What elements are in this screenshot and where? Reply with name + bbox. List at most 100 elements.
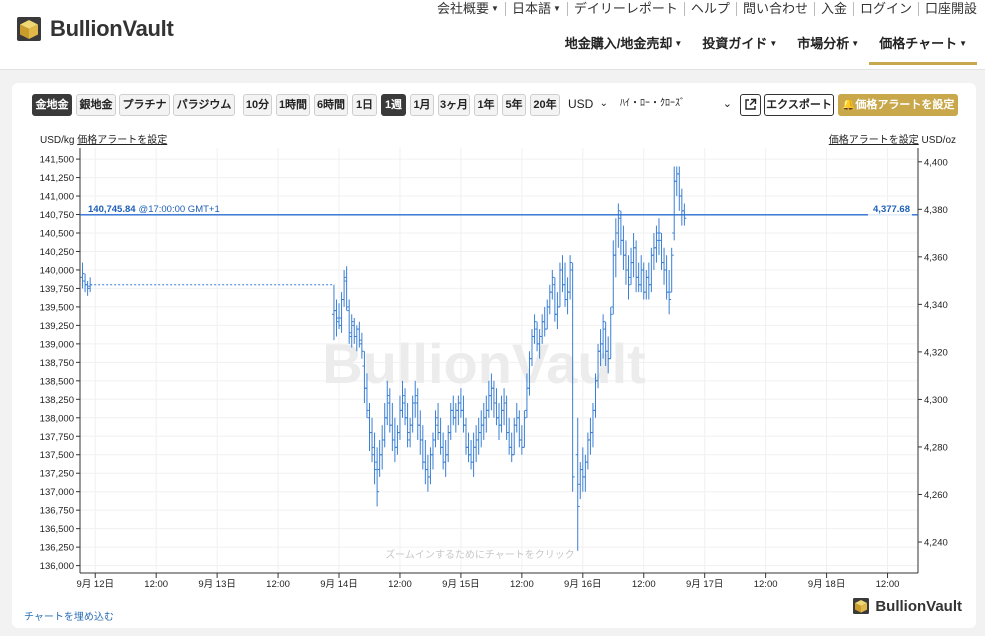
ohlc-bar xyxy=(377,439,382,477)
ohlc-bar xyxy=(629,247,634,285)
right-tick-label: 4,400 xyxy=(924,157,948,168)
ohlc-bar xyxy=(420,425,425,470)
util-daily-report[interactable]: デイリーレポート xyxy=(568,2,685,16)
caret-down-icon: ▼ xyxy=(491,4,499,13)
ohlc-bar xyxy=(446,425,451,463)
ohlc-bar xyxy=(634,240,639,293)
ohlc-bar xyxy=(568,255,573,300)
ohlc-bar xyxy=(509,432,514,463)
ohlc-bar xyxy=(474,425,479,463)
nav-price-chart[interactable]: 価格チャート ▼ xyxy=(869,36,977,65)
x-tick-label: 9月 14日 xyxy=(320,579,358,590)
right-tick-label: 4,260 xyxy=(924,490,948,501)
x-tick-label: 12:00 xyxy=(632,579,656,590)
ohlc-bar xyxy=(479,410,484,448)
right-tick-label: 4,240 xyxy=(924,538,948,549)
left-tick-label: 141,250 xyxy=(40,173,74,184)
ohlc-bar xyxy=(382,403,387,448)
right-tick-label: 4,380 xyxy=(924,205,948,216)
x-tick-label: 12:00 xyxy=(876,579,900,590)
ohlc-bar xyxy=(83,273,88,293)
ohlc-bar xyxy=(436,403,441,440)
x-tick-label: 12:00 xyxy=(144,579,168,590)
x-tick-label: 9月 15日 xyxy=(442,579,480,590)
right-tick-label: 4,300 xyxy=(924,395,948,406)
ohlc-bar xyxy=(679,188,684,226)
caret-down-icon: ▼ xyxy=(851,39,860,48)
ohlc-bar xyxy=(405,403,410,448)
ohlc-bar xyxy=(334,299,339,337)
utility-nav: 会社概要 ▼ 日本語 ▼ デイリーレポート ヘルプ 問い合わせ 入金 ログイン 口座… xyxy=(431,2,977,16)
right-tick-label: 4,280 xyxy=(924,442,948,453)
ohlc-bar xyxy=(631,233,636,278)
ohlc-bar xyxy=(557,262,562,308)
left-tick-label: 138,750 xyxy=(40,358,74,369)
ohlc-bar xyxy=(580,447,585,492)
ohlc-bar xyxy=(664,255,669,300)
ohlc-bar xyxy=(646,262,651,300)
x-tick-label: 12:00 xyxy=(388,579,412,590)
ohlc-bar xyxy=(481,403,486,440)
left-tick-label: 140,500 xyxy=(40,229,74,240)
util-deposit[interactable]: 入金 xyxy=(815,2,854,16)
util-open-account[interactable]: 口座開設 xyxy=(919,2,977,16)
util-contact[interactable]: 問い合わせ xyxy=(737,2,815,16)
site-header: BullionVault 会社概要 ▼ 日本語 ▼ デイリーレポート ヘルプ 問い合… xyxy=(0,0,985,70)
ohlc-bar xyxy=(545,299,550,330)
left-tick-label: 137,500 xyxy=(40,450,74,461)
left-tick-label: 137,000 xyxy=(40,487,74,498)
zoom-hint: ズームインするためにチャートをクリック xyxy=(385,548,575,561)
ohlc-bar xyxy=(433,410,438,448)
left-tick-label: 136,750 xyxy=(40,506,74,517)
ohlc-bar xyxy=(519,425,524,455)
x-tick-label: 9月 12日 xyxy=(76,579,114,590)
nav-investment-guide[interactable]: 投資ガイド ▼ xyxy=(692,36,787,65)
ohlc-bar xyxy=(418,410,423,455)
ohlc-bar xyxy=(484,395,489,433)
price-chart[interactable]: BullionVault 141,500 141,250 141,000 140,75… xyxy=(12,83,976,628)
ohlc-bar xyxy=(461,395,466,433)
ohlc-bar xyxy=(441,432,446,470)
current-price-left-label: 140,745.84 @17:00:00 GMT+1 xyxy=(88,204,220,215)
ohlc-bar xyxy=(662,247,667,285)
ohlc-bar xyxy=(555,292,560,330)
bullion-cube-icon xyxy=(853,598,870,614)
util-language[interactable]: 日本語 ▼ xyxy=(506,2,568,16)
util-login[interactable]: ログイン xyxy=(854,2,919,16)
util-company[interactable]: 会社概要 ▼ xyxy=(431,2,506,16)
ohlc-bar xyxy=(517,410,522,448)
ohlc-bar xyxy=(410,395,415,433)
ohlc-bar xyxy=(613,218,618,278)
ohlc-bar xyxy=(621,225,626,270)
ohlc-bar xyxy=(677,166,682,211)
x-tick-label: 12:00 xyxy=(510,579,534,590)
ohlc-bar xyxy=(654,225,659,263)
ohlc-bar xyxy=(641,262,646,300)
ohlc-bar xyxy=(380,425,385,470)
main-nav: 地金購入/地金売却 ▼ 投資ガイド ▼ 市場分析 ▼ 価格チャート ▼ xyxy=(555,36,977,65)
ohlc-bar xyxy=(392,417,397,463)
ohlc-bar xyxy=(80,262,85,289)
left-tick-label: 139,750 xyxy=(40,284,74,295)
util-help[interactable]: ヘルプ xyxy=(685,2,737,16)
ohlc-bar xyxy=(430,432,435,470)
ohlc-bar xyxy=(590,403,595,448)
left-tick-label: 138,500 xyxy=(40,376,74,387)
x-tick-label: 9月 17日 xyxy=(686,579,724,590)
ohlc-bar xyxy=(674,166,679,197)
x-tick-label: 12:00 xyxy=(266,579,290,590)
ohlc-bar xyxy=(644,269,649,300)
left-axis-ticks: 141,500 141,250 141,000 140,750 140,500 140,2… xyxy=(40,155,80,572)
x-tick-label: 12:00 xyxy=(754,579,778,590)
chart-watermark: BullionVault xyxy=(322,332,646,395)
left-tick-label: 141,000 xyxy=(40,192,74,203)
left-tick-label: 139,500 xyxy=(40,302,74,313)
caret-down-icon: ▼ xyxy=(959,39,967,48)
bullionvault-logo[interactable]: BullionVault xyxy=(14,14,174,44)
ohlc-bar xyxy=(372,432,377,485)
embed-chart-link[interactable]: チャートを埋め込む xyxy=(24,608,114,623)
left-tick-label: 136,250 xyxy=(40,543,74,554)
nav-market-analysis[interactable]: 市場分析 ▼ xyxy=(787,36,869,65)
ohlc-bar xyxy=(585,432,590,470)
nav-buy-sell[interactable]: 地金購入/地金売却 ▼ xyxy=(555,36,693,65)
